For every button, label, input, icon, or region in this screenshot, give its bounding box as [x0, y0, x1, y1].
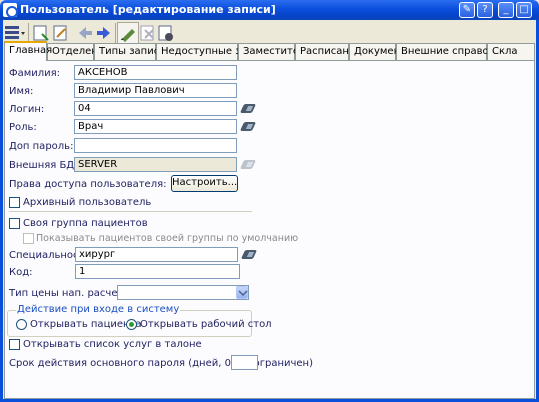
tools-icon[interactable]: ✎	[459, 2, 475, 18]
tab-main[interactable]: Главная	[4, 41, 52, 61]
external-db-label: Внешняя БД:	[9, 160, 78, 171]
access-rights-label: Права доступа пользователя:	[9, 179, 167, 190]
open-desktop-label: Открывать рабочий стол	[140, 319, 272, 330]
maximize-button[interactable]: □	[516, 2, 532, 18]
save-icon[interactable]	[117, 22, 139, 44]
tab-documents[interactable]: Документы	[349, 43, 414, 60]
chevron-down-icon[interactable]	[236, 286, 248, 299]
login-action-legend: Действие при входе в систему	[16, 304, 181, 315]
cancel-icon[interactable]	[139, 24, 157, 42]
arrow-right-icon[interactable]	[95, 24, 113, 42]
tab-unavailable-records[interactable]: Недоступные записи	[156, 43, 272, 60]
new-record-icon[interactable]	[32, 24, 50, 42]
window-title: Пользователь [редактирование записи]	[20, 3, 276, 16]
menu-list-icon[interactable]	[4, 24, 25, 42]
divider	[9, 211, 252, 212]
role-label: Роль:	[9, 122, 37, 133]
role-input[interactable]: Врач	[74, 119, 237, 134]
password-term-label: Срок действия основного пароля (дней, 0 …	[9, 358, 313, 369]
app-icon	[3, 3, 18, 18]
code-input[interactable]: 1	[75, 264, 240, 279]
tab-departments[interactable]: Отделения	[47, 43, 110, 60]
archived-label: Архивный пользователь	[23, 197, 152, 208]
price-type-select[interactable]	[117, 285, 249, 300]
open-patient-label: Открывать пациента	[30, 319, 142, 330]
surname-label: Фамилия:	[9, 68, 61, 79]
external-db-input: SERVER	[74, 157, 237, 172]
minimize-button[interactable]: _	[498, 2, 514, 18]
code-label: Код:	[9, 267, 33, 278]
open-services-label: Открывать список услуг в талоне	[23, 339, 202, 350]
configure-access-button[interactable]: Настроить...	[171, 175, 238, 192]
specialty-input[interactable]: хирург	[75, 247, 238, 262]
login-label: Логин:	[9, 104, 45, 115]
open-patient-radio[interactable]	[16, 319, 27, 330]
tab-external-directories[interactable]: Внешние справочники	[396, 43, 520, 60]
extra-password-input[interactable]	[74, 138, 237, 153]
tab-schedules[interactable]: Расписания	[295, 43, 361, 60]
tab-warehouse[interactable]: Скла	[487, 43, 535, 60]
show-group-checkbox	[23, 233, 34, 244]
password-term-input[interactable]	[231, 355, 258, 370]
close-record-icon[interactable]	[157, 24, 175, 42]
name-input[interactable]: Владимир Павлович	[74, 83, 237, 98]
own-group-checkbox[interactable]	[9, 218, 20, 229]
edit-record-icon[interactable]	[52, 24, 70, 42]
name-label: Имя:	[9, 86, 34, 97]
surname-input[interactable]: АКСЕНОВ	[74, 65, 237, 80]
tab-record-types[interactable]: Типы записей	[94, 43, 172, 60]
toolbar-separator	[115, 23, 116, 43]
open-desktop-radio[interactable]	[126, 319, 137, 330]
tab-substitutes[interactable]: Заместители	[238, 43, 312, 60]
arrow-left-icon[interactable]	[76, 24, 94, 42]
help-icon[interactable]: ?	[477, 2, 493, 18]
archived-checkbox[interactable]	[9, 197, 20, 208]
own-group-label: Своя группа пациентов	[23, 218, 148, 229]
toolbar-separator	[28, 23, 29, 43]
login-input[interactable]: 04	[74, 101, 237, 116]
extra-password-label: Доп пароль:	[9, 141, 74, 152]
open-services-checkbox[interactable]	[9, 339, 20, 350]
show-group-label: Показывать пациентов своей группы по умо…	[36, 233, 299, 244]
